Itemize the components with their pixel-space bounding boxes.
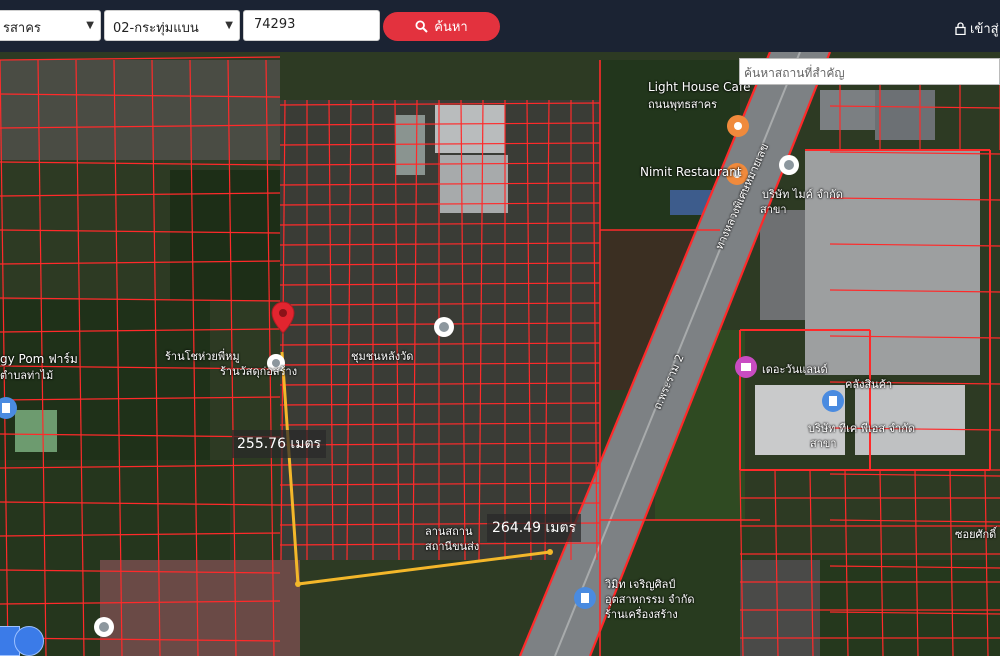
poi-label: สาขา xyxy=(810,437,837,450)
poi-label: Nimit Restaurant xyxy=(640,165,742,179)
forest-area xyxy=(170,170,280,300)
poi-label: ร้านเครื่องสร้าง xyxy=(605,608,678,621)
poi-label: สถานีขนส่ง xyxy=(425,540,480,553)
search-button[interactable]: ค้นหา xyxy=(383,12,500,41)
poi-label: Light House Cafe xyxy=(648,80,751,94)
restaurant-icon[interactable] xyxy=(727,115,749,137)
login-link[interactable]: เข้าสู่ xyxy=(955,18,999,39)
locate-button[interactable] xyxy=(14,626,44,656)
housing-estate xyxy=(100,560,300,656)
zone-select-value: 02-กระทุ่มแบน xyxy=(113,21,199,36)
place-marker-icon[interactable] xyxy=(779,155,799,175)
distance-label: 264.49 เมตร xyxy=(487,514,582,542)
map-view[interactable]: Light House Cafe ถนนพุทธสาคร Nimit Resta… xyxy=(0,52,1000,656)
poi-label: ถนนพุทธสาคร xyxy=(648,98,718,111)
business-icon[interactable] xyxy=(822,390,844,412)
poi-label: ตำบลท่าไม้ xyxy=(0,369,54,382)
business-icon[interactable] xyxy=(574,587,596,609)
province-select[interactable]: รสาคร ▼ xyxy=(0,10,101,41)
chevron-down-icon: ▼ xyxy=(225,20,233,31)
search-button-label: ค้นหา xyxy=(434,20,468,35)
building-roof xyxy=(875,90,935,140)
factory-roof xyxy=(760,210,805,320)
poi-label: สาขา xyxy=(760,203,787,216)
sports-field xyxy=(15,410,57,452)
poi-label: ร้านวัสดุก่อสร้าง xyxy=(220,365,298,378)
place-marker-icon[interactable] xyxy=(434,317,454,337)
poi-label: คลังสินค้า xyxy=(845,378,893,391)
zone-select[interactable]: 02-กระทุ่มแบน ▼ xyxy=(104,10,240,41)
lock-icon xyxy=(955,22,966,35)
building-roof xyxy=(435,105,505,153)
province-select-value: รสาคร xyxy=(3,21,41,36)
shopping-icon[interactable] xyxy=(735,356,757,378)
place-search-input[interactable]: ค้นหาสถานที่สำคัญ xyxy=(739,58,1000,85)
parcel-number-input[interactable]: 74293 xyxy=(243,10,380,41)
login-label: เข้าสู่ xyxy=(970,22,999,37)
poi-label: ชุมชนหลังวัด xyxy=(351,350,414,363)
residential-area xyxy=(740,560,820,656)
residential-area xyxy=(0,60,280,160)
top-bar: รสาคร ▼ 02-กระทุ่มแบน ▼ 74293 ค้นหา เข้า… xyxy=(0,0,1000,52)
chevron-down-icon: ▼ xyxy=(86,20,94,31)
satellite-map xyxy=(0,52,1000,656)
road-label: ซอยศักดิ์ xyxy=(955,528,997,541)
distance-label: 255.76 เมตร xyxy=(232,430,327,458)
factory-roof xyxy=(805,150,980,375)
building-roof xyxy=(820,90,880,130)
search-icon xyxy=(415,20,428,33)
place-marker-icon[interactable] xyxy=(94,617,114,637)
measurement-vertex xyxy=(547,549,553,555)
poi-label: เดอะวันแลนด์ xyxy=(762,363,828,376)
measurement-vertex xyxy=(295,581,301,587)
